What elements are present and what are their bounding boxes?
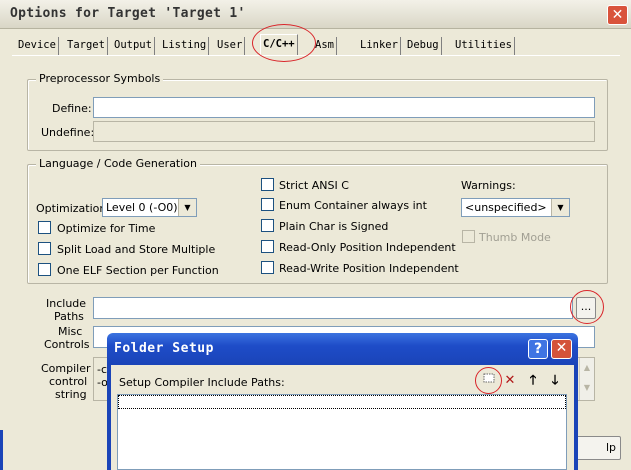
- warnings-value: <unspecified>: [465, 201, 547, 214]
- one-elf-section-checkbox[interactable]: [38, 263, 51, 276]
- tab-linker[interactable]: Linker: [358, 37, 401, 55]
- include-paths-label-1: Include: [46, 297, 87, 310]
- chevron-down-icon[interactable]: ▼: [551, 199, 569, 216]
- tab-device[interactable]: Device: [16, 37, 59, 55]
- plain-char-label: Plain Char is Signed: [279, 220, 389, 233]
- help-button-label: lp: [605, 441, 616, 454]
- ropi-checkbox[interactable]: [261, 240, 274, 253]
- split-load-store-checkbox[interactable]: [38, 242, 51, 255]
- tab-asm[interactable]: Asm: [313, 37, 337, 55]
- move-up-icon[interactable]: 🡑: [523, 372, 543, 390]
- rwpi-label: Read-Write Position Independent: [279, 262, 459, 275]
- strict-ansi-label: Strict ANSI C: [279, 179, 349, 192]
- undefine-input: [93, 121, 595, 142]
- compiler-label-3: string: [55, 388, 87, 401]
- tab-debug[interactable]: Debug: [405, 37, 442, 55]
- tab-user[interactable]: User: [215, 37, 246, 55]
- include-paths-label-2: Paths: [54, 310, 84, 323]
- misc-controls-label-2: Controls: [44, 338, 90, 351]
- folder-setup-close-button[interactable]: ✕: [551, 339, 572, 359]
- preprocessor-legend: Preprocessor Symbols: [36, 72, 164, 85]
- enum-container-label: Enum Container always int: [279, 199, 427, 212]
- compiler-scrollbar[interactable]: ▲ ▼: [579, 358, 594, 400]
- annotation-circle-new-folder: [475, 367, 502, 394]
- optimize-time-label: Optimize for Time: [57, 222, 156, 235]
- compiler-label-1: Compiler: [41, 362, 91, 375]
- annotation-circle-browse: [570, 290, 604, 324]
- warnings-label: Warnings:: [461, 179, 516, 192]
- define-label: Define:: [52, 102, 92, 115]
- define-input[interactable]: [93, 97, 595, 118]
- compiler-label-2: control: [49, 375, 88, 388]
- optimization-value: Level 0 (-O0): [106, 201, 178, 214]
- background-window-edge: [0, 430, 3, 470]
- folder-setup-prompt: Setup Compiler Include Paths:: [119, 376, 285, 389]
- strict-ansi-checkbox[interactable]: [261, 178, 274, 191]
- plain-char-checkbox[interactable]: [261, 219, 274, 232]
- chevron-down-icon[interactable]: ▼: [178, 199, 196, 216]
- tab-target[interactable]: Target: [65, 37, 108, 55]
- rwpi-checkbox[interactable]: [261, 261, 274, 274]
- ropi-label: Read-Only Position Independent: [279, 241, 456, 254]
- one-elf-section-label: One ELF Section per Function: [57, 264, 219, 277]
- thumb-mode-checkbox: [462, 230, 475, 243]
- annotation-circle-tab: [252, 24, 316, 62]
- thumb-mode-label: Thumb Mode: [479, 231, 551, 244]
- dialog-title: Options for Target 'Target 1': [10, 6, 246, 21]
- misc-controls-label-1: Misc: [58, 325, 83, 338]
- folder-setup-help-button[interactable]: ?: [528, 339, 548, 359]
- split-load-store-label: Split Load and Store Multiple: [57, 243, 216, 256]
- move-down-icon[interactable]: 🡓: [545, 372, 565, 390]
- optimize-time-checkbox[interactable]: [38, 221, 51, 234]
- folder-setup-title: Folder Setup: [114, 341, 214, 356]
- tab-listing[interactable]: Listing: [160, 37, 210, 55]
- compiler-text-1: -c: [97, 363, 108, 376]
- tab-divider: [12, 55, 620, 56]
- enum-container-checkbox[interactable]: [261, 198, 274, 211]
- tab-utilities[interactable]: Utilities: [453, 37, 515, 55]
- include-paths-input[interactable]: [93, 297, 573, 319]
- delete-icon[interactable]: ✕: [500, 372, 520, 390]
- tab-output[interactable]: Output: [112, 37, 155, 55]
- list-item[interactable]: [118, 395, 566, 409]
- optimization-label: Optimization:: [36, 202, 111, 215]
- undefine-label: Undefine:: [41, 126, 95, 139]
- close-button[interactable]: ✕: [607, 5, 628, 25]
- language-legend: Language / Code Generation: [36, 157, 201, 170]
